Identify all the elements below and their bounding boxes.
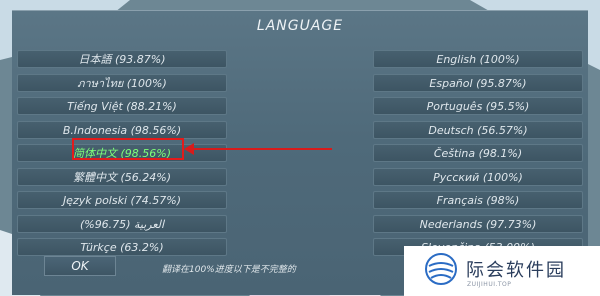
- language-button[interactable]: 日本語 (93.87%): [17, 50, 227, 68]
- language-button[interactable]: ภาษาไทย (100%): [17, 74, 227, 92]
- language-button[interactable]: Deutsch (56.57%): [373, 121, 583, 139]
- language-button[interactable]: Język polski (74.57%): [17, 191, 227, 209]
- ok-button[interactable]: OK: [44, 256, 116, 276]
- language-button[interactable]: 繁體中文 (56.24%): [17, 168, 227, 186]
- language-button[interactable]: Русский (100%): [373, 168, 583, 186]
- language-button[interactable]: Français (98%): [373, 191, 583, 209]
- language-button[interactable]: Español (95.87%): [373, 74, 583, 92]
- language-button[interactable]: Tiếng Việt (88.21%): [17, 97, 227, 115]
- language-button[interactable]: Čeština (98.1%): [373, 144, 583, 162]
- selection-highlight-box: [72, 138, 184, 160]
- dialog-title: LANGUAGE: [256, 18, 344, 34]
- watermark-subtext: ZUIJIHUI.TOP: [467, 281, 512, 288]
- watermark: 际会软件园 ZUIJIHUI.TOP: [404, 246, 600, 296]
- language-button[interactable]: B.Indonesia (98.56%): [17, 121, 227, 139]
- translation-note: 翻译在100%进度以下是不完整的: [162, 265, 296, 275]
- watermark-logo-icon: [425, 253, 457, 285]
- language-button[interactable]: Português (95.5%): [373, 97, 583, 115]
- language-button[interactable]: English (100%): [373, 50, 583, 68]
- annotation-arrow-line: [186, 148, 332, 150]
- annotation-arrow-head-icon: [184, 143, 194, 155]
- language-button[interactable]: العربية (96.75%): [17, 215, 227, 233]
- language-button[interactable]: Türkçe (63.2%): [17, 238, 227, 256]
- language-button[interactable]: Nederlands (97.73%): [373, 215, 583, 233]
- watermark-text: 际会软件园: [466, 260, 566, 281]
